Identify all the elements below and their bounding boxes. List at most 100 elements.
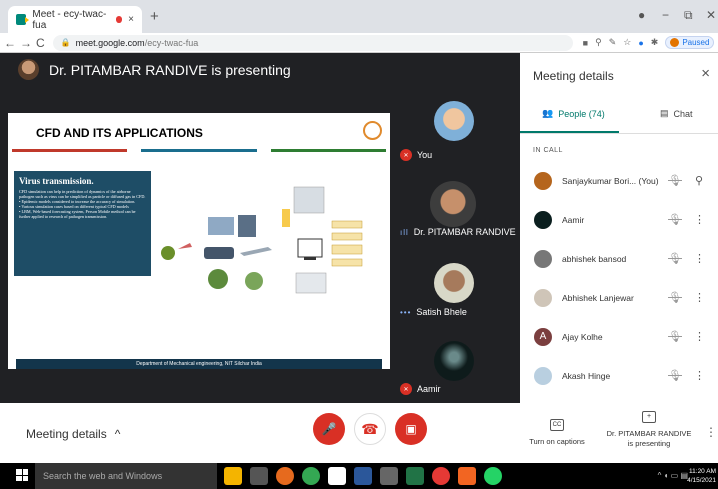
excel-icon[interactable] (406, 467, 424, 485)
calculator-icon[interactable] (250, 467, 268, 485)
profile-dot-icon[interactable]: ● (638, 8, 645, 22)
tab-chat[interactable]: ▤ Chat (660, 108, 693, 119)
back-button[interactable]: ← (4, 36, 16, 50)
close-panel-button[interactable]: × (701, 65, 710, 82)
more-options-icon[interactable]: ⋮ (694, 330, 705, 343)
paused-label: Paused (682, 38, 710, 47)
share-icon[interactable]: ✎ (609, 37, 617, 48)
window-close-button[interactable]: ✕ (706, 8, 716, 22)
extension-icon[interactable]: ● (638, 38, 643, 48)
pdf-icon[interactable] (458, 467, 476, 485)
windows-start-icon[interactable] (16, 469, 28, 481)
participant-row[interactable]: Akash Hinge 🎙 ⋮ (520, 356, 718, 395)
bus-icon (204, 247, 234, 259)
camera-icon[interactable]: ■ (583, 38, 588, 48)
captions-label: Turn on captions (529, 437, 585, 446)
tab-close-button[interactable]: × (128, 14, 134, 25)
url-field[interactable]: 🔒 meet.google.com/ecy-twac-fua (52, 34, 573, 51)
url-host: meet.google.com (75, 37, 145, 48)
virus-box-line: • LBM, Web-based forecasting system, Per… (19, 209, 136, 219)
mic-off-icon: 🎤 (321, 422, 337, 436)
participant-tile-presenter: ıll Dr. PITAMBAR RANDIVE (390, 177, 518, 261)
computer-icon (297, 238, 323, 258)
tab-title: Meet - ecy-twac-fua (32, 8, 107, 31)
presenting-button[interactable]: + Dr. PITAMBAR RANDIVE is presenting (604, 411, 694, 449)
participant-video (430, 181, 476, 227)
more-options-button[interactable]: ⋮ (705, 425, 717, 439)
taskbar-search-box[interactable]: Search the web and Windows (35, 463, 217, 489)
system-tray-icons[interactable]: ^ ◖ ▭ ▤ (658, 471, 688, 480)
participant-tile-aamir: ✕ Aamir (390, 339, 518, 403)
profile-paused-button[interactable]: Paused (665, 36, 715, 49)
tool-icon[interactable] (380, 467, 398, 485)
participant-name: Akash Hinge (562, 370, 611, 381)
recording-dot-icon (115, 16, 123, 23)
store-icon[interactable] (328, 467, 346, 485)
taskbar-clock[interactable]: 11:20 AM 4/15/2021 (687, 467, 716, 485)
more-options-icon[interactable]: ⋮ (694, 252, 705, 265)
chrome-icon[interactable] (302, 467, 320, 485)
participant-name: Aamir (562, 214, 585, 225)
firefox-icon[interactable] (276, 467, 294, 485)
meeting-stage: Dr. PITAMBAR RANDIVE is presenting CFD A… (0, 53, 520, 403)
participant-video (434, 101, 474, 141)
participant-name: abhishek bansod (562, 253, 627, 264)
meet-favicon-icon (16, 14, 30, 25)
transmission-diagram (161, 186, 363, 294)
lock-icon: 🔒 (60, 38, 71, 47)
bookmark-star-icon[interactable]: ☆ (623, 37, 631, 48)
panel-title: Meeting details (533, 69, 614, 83)
present-screen-icon: + (642, 411, 656, 423)
presenter-banner: Dr. PITAMBAR RANDIVE is presenting (18, 59, 291, 80)
forward-button[interactable]: → (20, 36, 32, 50)
captions-icon: CC (550, 419, 564, 431)
restore-button[interactable]: ⧉ (684, 8, 693, 23)
participant-name: Sanjaykumar Bori... (You) (562, 175, 659, 186)
puzzle-icon[interactable]: ✱ (651, 37, 659, 48)
meeting-controls-bar: Meeting details ^ 🎤 ☎ ▣ CC Turn on capti… (0, 403, 718, 463)
meeting-details-button[interactable]: Meeting details ^ (26, 427, 120, 441)
participant-row[interactable]: A Ajay Kolhe 🎙 ⋮ (520, 317, 718, 356)
participant-row[interactable]: Aamir 🎙 ⋮ (520, 200, 718, 239)
reload-button[interactable]: C (36, 36, 45, 50)
participant-row[interactable]: Abhishek Lanjewar 🎙 ⋮ (520, 278, 718, 317)
leave-call-button[interactable]: ☎ (354, 413, 386, 445)
zoom-icon[interactable]: ⚲ (595, 37, 602, 48)
presenting-label: Dr. PITAMBAR RANDIVE is presenting (606, 429, 692, 448)
virus-box-line: CFD simulation can help in prediction of… (19, 189, 146, 199)
divider-red (12, 149, 128, 152)
people-icon: 👥 (542, 108, 554, 118)
mic-muted-icon: 🎙 (668, 292, 682, 304)
pin-icon[interactable]: ⚲ (694, 174, 704, 187)
file-explorer-icon[interactable] (224, 467, 242, 485)
more-options-icon[interactable]: ⋮ (694, 213, 705, 226)
media-icon[interactable] (432, 467, 450, 485)
participant-row[interactable]: abhishek bansod 🎙 ⋮ (520, 239, 718, 278)
mic-off-icon: ✕ (400, 149, 412, 161)
participant-label: ✕ You (400, 149, 432, 161)
word-icon[interactable] (354, 467, 372, 485)
participant-avatar (534, 210, 552, 229)
output-box (331, 232, 363, 241)
profile-avatar-icon (670, 38, 680, 47)
camera-off-icon: ▣ (405, 422, 417, 436)
divider-blue (141, 149, 257, 152)
more-options-icon[interactable]: ⋮ (694, 291, 705, 304)
minimize-button[interactable]: − (662, 8, 669, 22)
tab-people[interactable]: 👥 People (74) (542, 108, 605, 119)
new-tab-button[interactable]: + (150, 8, 159, 25)
presenter-banner-text: Dr. PITAMBAR RANDIVE is presenting (49, 61, 291, 78)
more-options-icon[interactable]: ⋮ (694, 369, 705, 382)
mic-muted-icon: 🎙 (668, 253, 682, 265)
captions-button[interactable]: CC Turn on captions (525, 419, 589, 446)
presenter-avatar (18, 59, 39, 80)
tab-chat-label: Chat (673, 108, 693, 119)
camera-toggle-button[interactable]: ▣ (395, 413, 427, 445)
mic-toggle-button[interactable]: 🎤 (313, 413, 345, 445)
tab-people-label: People (74) (558, 108, 605, 119)
meeting-details-label: Meeting details (26, 427, 107, 441)
participant-tile-you: ✕ You (390, 93, 518, 177)
participant-row[interactable]: Sanjaykumar Bori... (You) 🎙 ⚲ (520, 161, 718, 200)
whatsapp-icon[interactable] (484, 467, 502, 485)
browser-tab[interactable]: Meet - ecy-twac-fua × (8, 6, 142, 33)
